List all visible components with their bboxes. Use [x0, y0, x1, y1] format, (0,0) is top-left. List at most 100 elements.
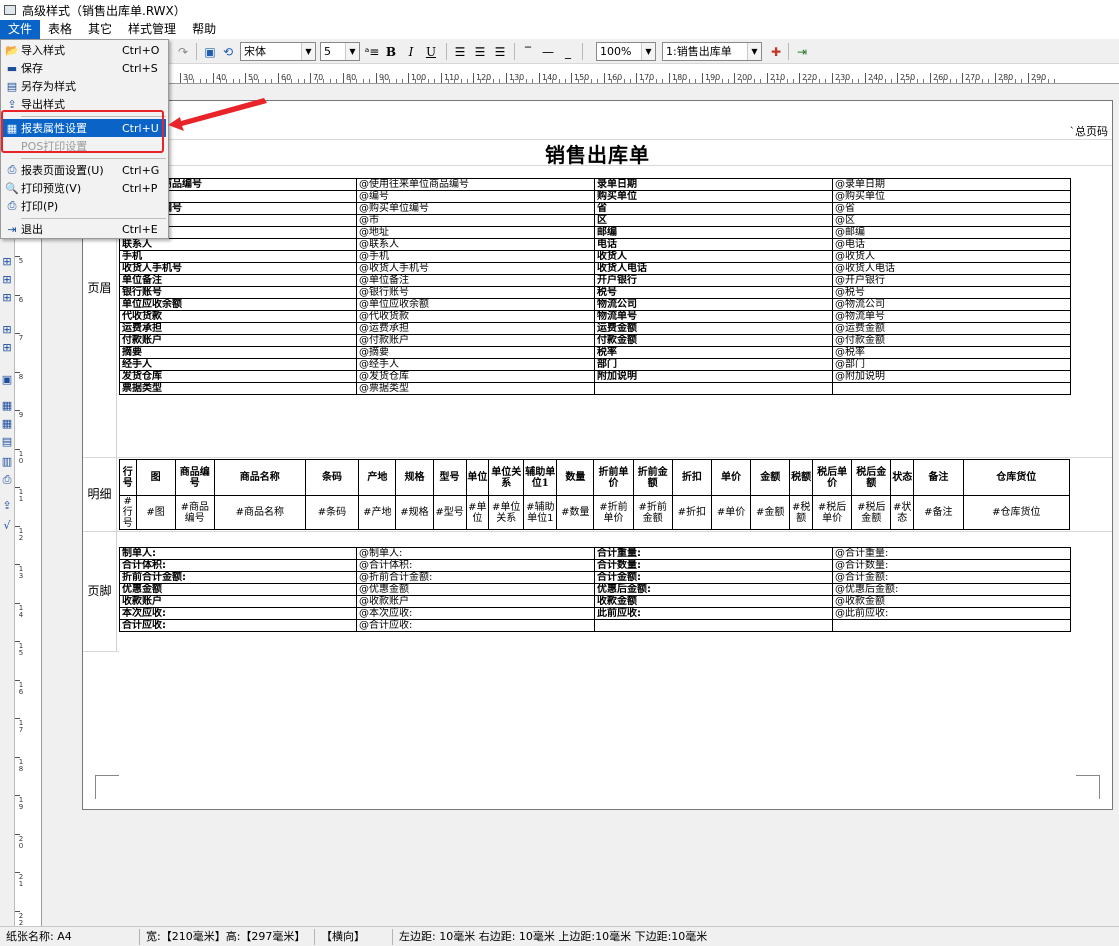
field-value-cell[interactable]: @税号	[832, 286, 1071, 299]
detail-value-cell[interactable]: #单价	[710, 495, 752, 530]
detail-value-cell[interactable]: #税后金额	[851, 495, 892, 530]
field-label-cell[interactable]: 单位备注	[119, 274, 357, 287]
field-value-cell[interactable]: @代收货款	[356, 310, 595, 323]
field-label-cell[interactable]: 折前合计金额:	[119, 571, 357, 584]
field-value-cell[interactable]: @运费承担	[356, 322, 595, 335]
field-label-cell[interactable]	[594, 382, 833, 395]
align-right-icon[interactable]: ☰	[492, 42, 508, 61]
table-icon[interactable]: ⊞	[1, 342, 13, 354]
field-label-cell[interactable]: 运费金额	[594, 322, 833, 335]
zoom-select[interactable]: 100% ▼	[596, 42, 656, 61]
field-label-cell[interactable]: 电话	[594, 238, 833, 251]
detail-header-cell[interactable]: 折前金额	[632, 459, 673, 496]
text-style-icon[interactable]: ᵃ≡	[364, 42, 380, 61]
menu-item-import-style[interactable]: 📂 导入样式 Ctrl+O	[3, 41, 166, 59]
field-value-cell[interactable]: @市	[356, 214, 595, 227]
field-label-cell[interactable]: 物流公司	[594, 298, 833, 311]
field-label-cell[interactable]: 税号	[594, 286, 833, 299]
align-center-icon[interactable]: ☰	[472, 42, 488, 61]
field-label-cell[interactable]: 录单日期	[594, 178, 833, 191]
detail-value-cell[interactable]: #规格	[395, 495, 434, 530]
field-value-cell[interactable]: @开户银行	[832, 274, 1071, 287]
field-value-cell[interactable]: @购买单位编号	[356, 202, 595, 215]
field-value-cell[interactable]: @运费金额	[832, 322, 1071, 335]
field-value-cell[interactable]: @区	[832, 214, 1071, 227]
field-value-cell[interactable]: @银行账号	[356, 286, 595, 299]
field-label-cell[interactable]: 收款账户	[119, 595, 357, 608]
menu-style-manage[interactable]: 样式管理	[120, 20, 184, 39]
field-label-cell[interactable]: 收货人手机号	[119, 262, 357, 275]
field-value-cell[interactable]: @税率	[832, 346, 1071, 359]
detail-header-cell[interactable]: 行号	[119, 459, 137, 496]
field-label-cell[interactable]: 此前应收:	[594, 607, 833, 620]
formula-icon[interactable]: √	[1, 520, 13, 532]
detail-value-cell[interactable]: #状态	[890, 495, 915, 530]
field-label-cell[interactable]: 合计重量:	[594, 547, 833, 560]
field-value-cell[interactable]: @合计体积:	[356, 559, 595, 572]
field-label-cell[interactable]: 收货人	[594, 250, 833, 263]
detail-header-cell[interactable]: 单位关系	[488, 459, 525, 496]
detail-value-cell[interactable]: #型号	[432, 495, 467, 530]
field-value-cell[interactable]: @购买单位	[832, 190, 1071, 203]
detail-value-cell[interactable]: #条码	[304, 495, 360, 530]
detail-header-cell[interactable]: 税后金额	[851, 459, 892, 496]
field-label-cell[interactable]: 合计应收:	[119, 619, 357, 632]
menu-item-print-preview[interactable]: 🔍 打印预览(V) Ctrl+P	[3, 179, 166, 197]
table-icon[interactable]: ⊞	[1, 324, 13, 336]
menu-file[interactable]: 文件	[0, 20, 41, 39]
field-value-cell[interactable]: @地址	[356, 226, 595, 239]
field-value-cell[interactable]: @联系人	[356, 238, 595, 251]
detail-header-cell[interactable]: 税额	[789, 459, 814, 496]
field-value-cell[interactable]	[832, 382, 1071, 395]
detail-value-cell[interactable]: #税后单价	[812, 495, 853, 530]
field-label-cell[interactable]: 收款金额	[594, 595, 833, 608]
field-value-cell[interactable]: @收货人	[832, 250, 1071, 263]
field-label-cell[interactable]: 银行账号	[119, 286, 357, 299]
image-icon[interactable]: ▣	[1, 374, 13, 386]
table-icon[interactable]: ⊞	[1, 256, 13, 268]
table-icon[interactable]: ⊞	[1, 274, 13, 286]
field-value-cell[interactable]: @付款账户	[356, 334, 595, 347]
field-label-cell[interactable]: 发货仓库	[119, 370, 357, 383]
field-label-cell[interactable]	[594, 619, 833, 632]
field-label-cell[interactable]: 附加说明	[594, 370, 833, 383]
field-label-cell[interactable]: 合计金额:	[594, 571, 833, 584]
detail-value-cell[interactable]: #备注	[913, 495, 964, 530]
field-value-cell[interactable]: @本次应收:	[356, 607, 595, 620]
detail-value-cell[interactable]: #折前金额	[632, 495, 673, 530]
field-label-cell[interactable]: 联系人	[119, 238, 357, 251]
detail-header-cell[interactable]: 仓库货位	[962, 459, 1071, 496]
field-label-cell[interactable]: 优惠金额	[119, 583, 357, 596]
font-size-select[interactable]: 5 ▼	[320, 42, 360, 61]
detail-header-cell[interactable]: 折前单价	[593, 459, 634, 496]
detail-value-cell[interactable]: #商品名称	[213, 495, 306, 530]
grid-icon[interactable]: ▦	[1, 400, 13, 412]
menu-item-save-as-style[interactable]: ▤ 另存为样式	[3, 77, 166, 95]
menu-item-print[interactable]: ⎙ 打印(P)	[3, 197, 166, 215]
field-value-cell[interactable]: @优惠后金额:	[832, 583, 1071, 596]
field-label-cell[interactable]: 票据类型	[119, 382, 357, 395]
insert-image-icon[interactable]: ▣	[202, 42, 218, 61]
field-label-cell[interactable]: 购买单位	[594, 190, 833, 203]
field-label-cell[interactable]: 优惠后金额:	[594, 583, 833, 596]
valign-middle-icon[interactable]: —	[540, 42, 556, 61]
field-value-cell[interactable]: @收款账户	[356, 595, 595, 608]
field-value-cell[interactable]: @收款金额	[832, 595, 1071, 608]
field-value-cell[interactable]: @收货人电话	[832, 262, 1071, 275]
field-label-cell[interactable]: 物流单号	[594, 310, 833, 323]
report-title[interactable]: 销售出库单	[83, 139, 1112, 168]
detail-value-cell[interactable]: #金额	[750, 495, 791, 530]
underline-icon[interactable]: U	[424, 42, 438, 61]
field-value-cell[interactable]: @发货仓库	[356, 370, 595, 383]
detail-value-cell[interactable]: #辅助单位1	[523, 495, 558, 530]
bold-icon[interactable]: B	[384, 42, 398, 61]
exit-icon[interactable]: ⇥	[794, 42, 810, 61]
detail-header-cell[interactable]: 状态	[890, 459, 915, 496]
field-label-cell[interactable]: 省	[594, 202, 833, 215]
field-value-cell[interactable]: @经手人	[356, 358, 595, 371]
field-label-cell[interactable]: 制单人:	[119, 547, 357, 560]
valign-bottom-icon[interactable]: _	[560, 42, 576, 61]
field-value-cell[interactable]: @合计金额:	[832, 571, 1071, 584]
field-label-cell[interactable]: 付款账户	[119, 334, 357, 347]
field-label-cell[interactable]: 本次应收:	[119, 607, 357, 620]
